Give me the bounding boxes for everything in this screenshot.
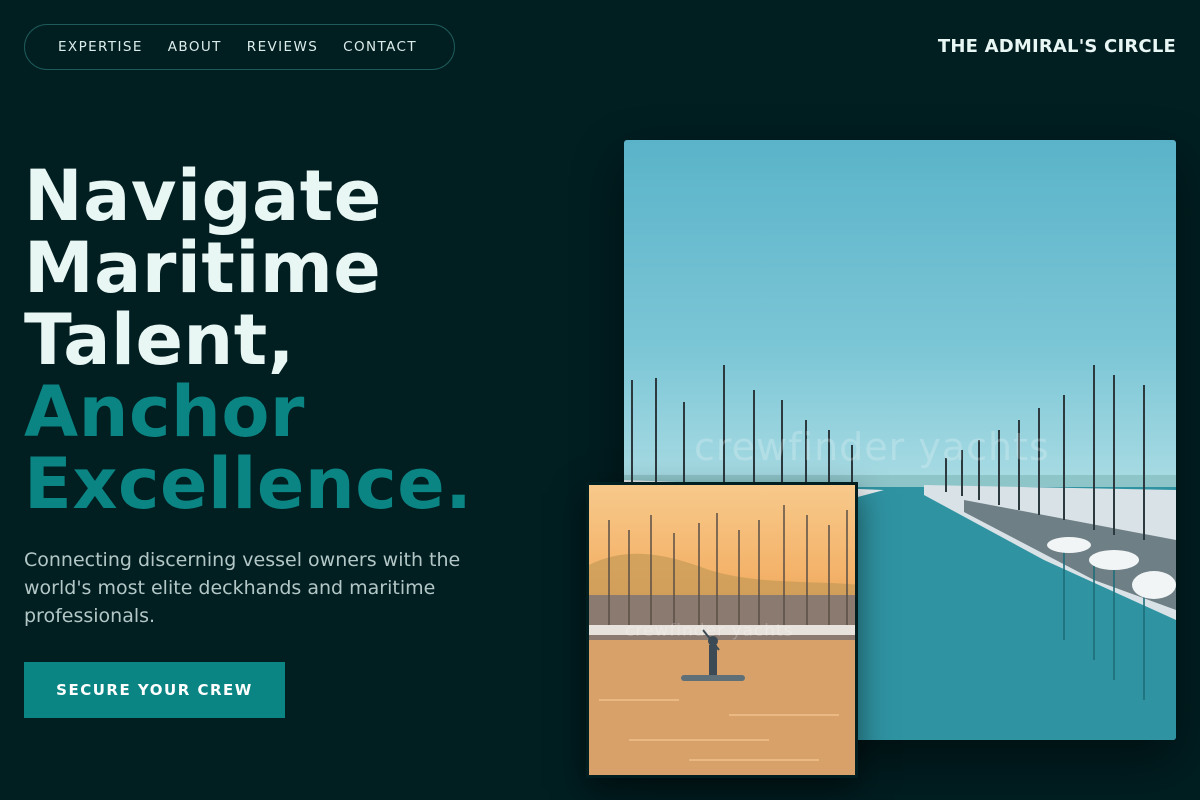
nav-link-about[interactable]: ABOUT <box>168 39 222 55</box>
hero-subtitle: Connecting discerning vessel owners with… <box>24 549 461 627</box>
headline-line: Talent, <box>24 299 295 381</box>
headline-accent-line: Anchor <box>24 371 305 453</box>
nav-link-reviews[interactable]: REVIEWS <box>247 39 318 55</box>
nav-link-expertise[interactable]: EXPERTISE <box>58 39 143 55</box>
headline-line: Maritime <box>24 227 382 309</box>
headline-line: Navigate <box>24 155 382 237</box>
hero-headline: Navigate Maritime Talent, Anchor Excelle… <box>24 160 584 520</box>
paddleboard-photo: crewfinder yachts <box>586 482 858 778</box>
landing-page: EXPERTISE ABOUT REVIEWS CONTACT THE ADMI… <box>0 0 1200 800</box>
image-watermark: crewfinder yachts <box>625 621 794 641</box>
brand-logo-text[interactable]: THE ADMIRAL'S CIRCLE <box>938 36 1176 57</box>
nav-link-contact[interactable]: CONTACT <box>343 39 417 55</box>
image-watermark: crewfinder yachts <box>694 425 1050 469</box>
secure-your-crew-button[interactable]: SECURE YOUR CREW <box>24 662 285 718</box>
primary-nav: EXPERTISE ABOUT REVIEWS CONTACT <box>24 24 455 70</box>
headline-accent-line: Excellence. <box>24 443 473 525</box>
